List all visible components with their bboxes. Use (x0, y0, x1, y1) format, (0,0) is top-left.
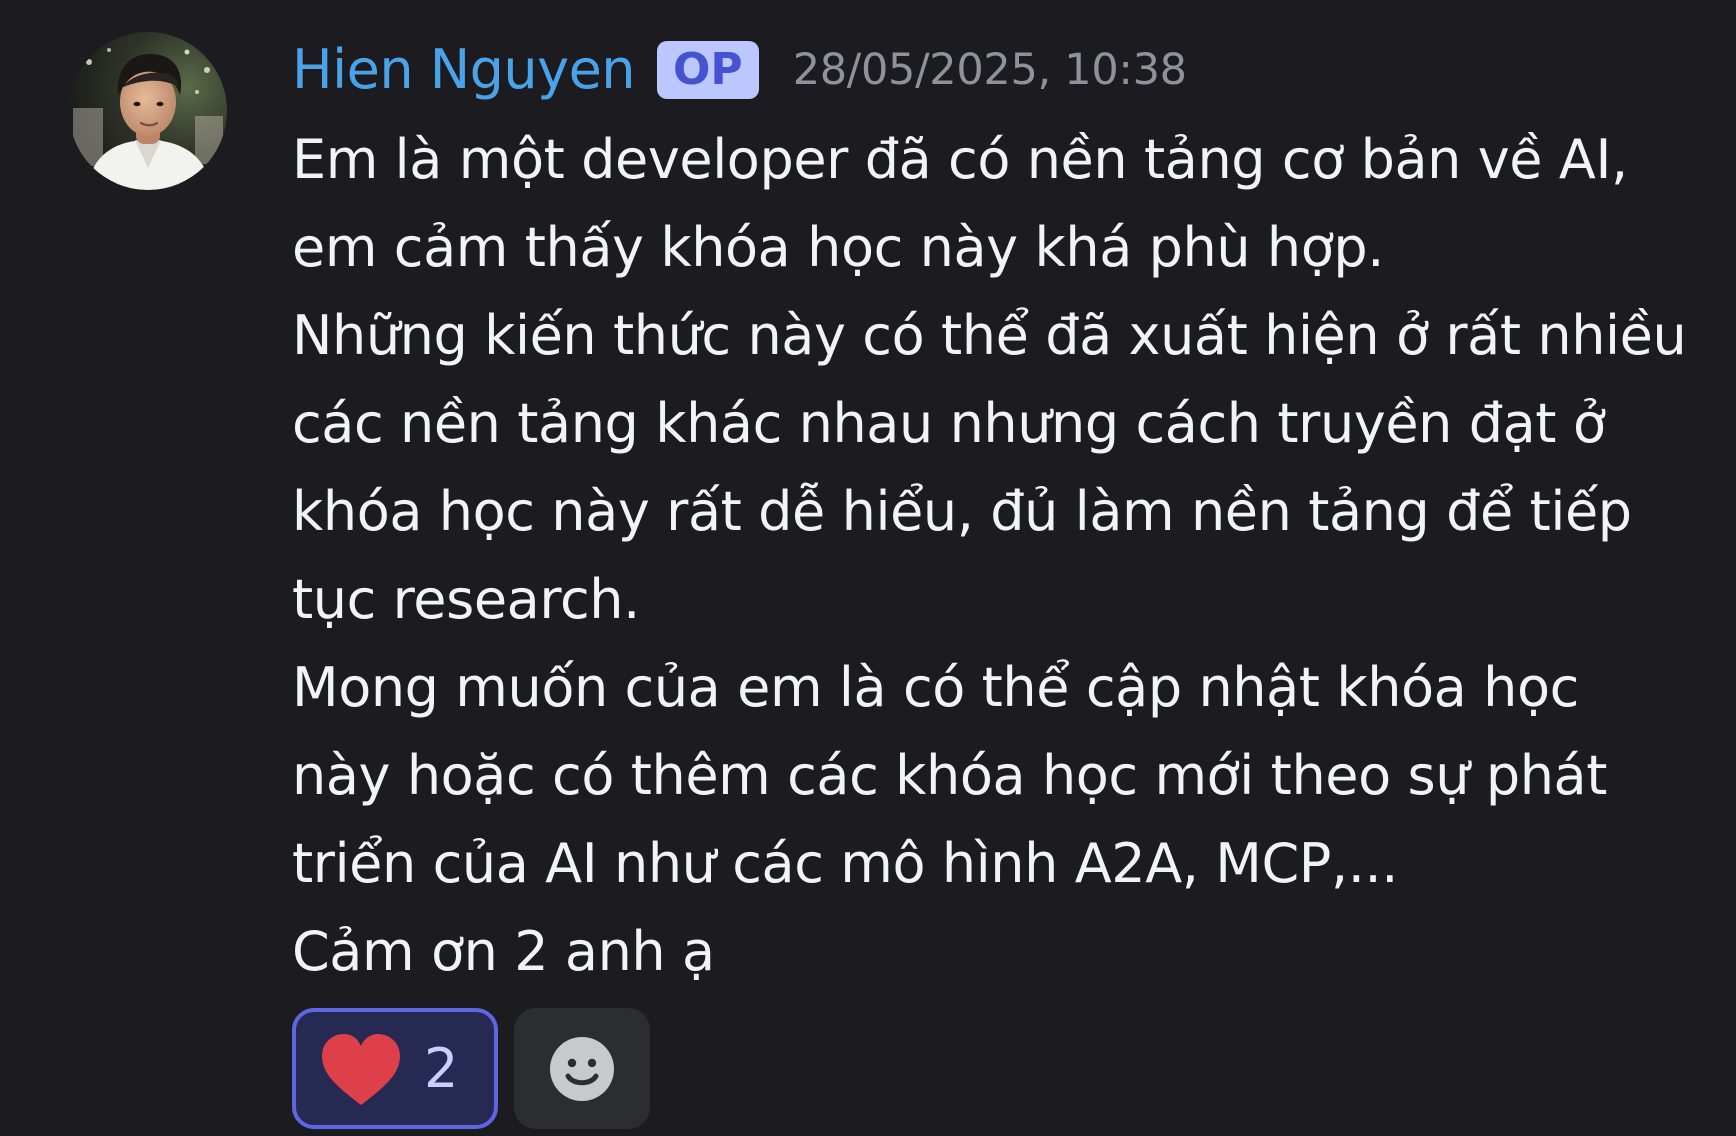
reaction-count: 2 (424, 1036, 459, 1100)
message-line: Những kiến thức này có thể đã xuất hiện … (292, 304, 1687, 367)
user-avatar[interactable] (69, 32, 227, 190)
message-line: em cảm thấy khóa học này khá phù hợp. (292, 216, 1385, 279)
message-line: tục research. (292, 568, 640, 631)
message-line: triển của AI như các mô hình A2A, MCP,..… (292, 832, 1398, 895)
add-reaction-button[interactable] (514, 1008, 650, 1129)
username[interactable]: Hien Nguyen (292, 34, 636, 106)
reaction-bar: 2 (292, 1008, 650, 1129)
heart-reaction-button[interactable]: 2 (292, 1008, 498, 1129)
message-content: Em là một developer đã có nền tảng cơ bả… (292, 116, 1712, 996)
op-badge: OP (657, 41, 759, 99)
message-line: Em là một developer đã có nền tảng cơ bả… (292, 128, 1628, 191)
message-line: khóa học này rất dễ hiểu, đủ làm nền tản… (292, 480, 1632, 543)
message-line: Cảm ơn 2 anh ạ (292, 920, 715, 983)
message-line: Mong muốn của em là có thể cập nhật khóa… (292, 656, 1579, 719)
message-line: các nền tảng khác nhau nhưng cách truyền… (292, 392, 1606, 455)
avatar-photo (69, 32, 227, 190)
message-header: Hien Nguyen OP 28/05/2025, 10:38 (292, 34, 1187, 106)
chat-message: Hien Nguyen OP 28/05/2025, 10:38 Em là m… (0, 0, 1736, 1136)
smiley-icon (550, 1036, 614, 1101)
message-timestamp: 28/05/2025, 10:38 (792, 45, 1187, 95)
message-line: này hoặc có thêm các khóa học mới theo s… (292, 744, 1607, 807)
heart-icon (322, 1033, 400, 1105)
